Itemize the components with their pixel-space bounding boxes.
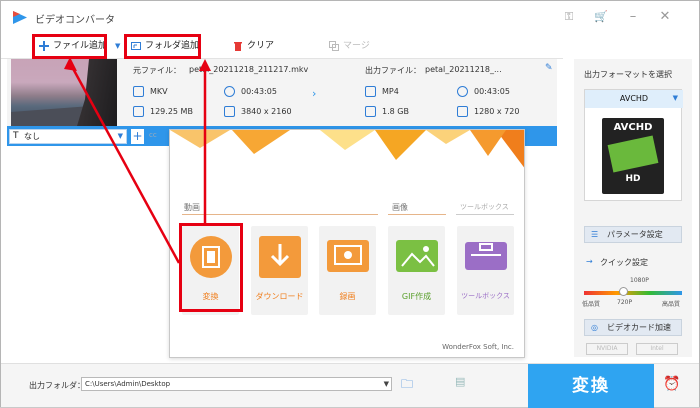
chevron-down-icon[interactable]: ▼: [384, 378, 389, 390]
slider-top-label: 1080P: [630, 277, 649, 284]
output-path-value: C:\Users\Admin\Desktop: [85, 380, 171, 388]
slider-mid-label: 720P: [617, 299, 633, 306]
quality-slider-handle[interactable]: [619, 287, 628, 296]
avchd-icon-text: AVCHD: [613, 122, 653, 133]
alarm-clock-icon[interactable]: ⏰: [663, 376, 680, 392]
param-label: パラメータ設定: [607, 230, 663, 239]
run-convert-button[interactable]: 変換: [528, 364, 654, 408]
chevron-down-icon: ▼: [672, 94, 678, 102]
output-format-title: 出力フォーマットを選択: [584, 70, 672, 79]
hd-icon-text: HD: [625, 174, 641, 184]
app-window: ビデオコンバータ ⚿ 🛒 – ✕ ファイル追加 ▼ フォルダ追加 クリア マージ…: [0, 0, 700, 408]
avchd-icon: AVCHD HD: [602, 118, 664, 194]
gpu-acceleration-button[interactable]: ◎ ビデオカード加速: [584, 319, 682, 336]
quick-arrow-icon: →: [586, 257, 593, 266]
schedule-icon[interactable]: ▤: [455, 375, 465, 388]
gpu-label: ビデオカード加速: [607, 323, 671, 332]
slider-low-label: 低品質: [582, 301, 601, 308]
parameter-settings-button[interactable]: ☰ パラメータ設定: [584, 226, 682, 243]
output-settings-panel: 出力フォーマットを選択 AVCHD ▼ AVCHD HD ☰ パラメータ設定 →…: [574, 59, 692, 357]
format-name: AVCHD: [585, 90, 683, 108]
bottom-bar: 出力フォルダ： C:\Users\Admin\Desktop ▼ 🗀 ▤ 変換 …: [1, 363, 699, 408]
format-selector[interactable]: AVCHD ▼ AVCHD HD: [584, 89, 683, 201]
quick-settings-label: クイック設定: [600, 258, 648, 267]
open-folder-icon[interactable]: 🗀: [401, 375, 413, 396]
slider-high-label: 高品質: [662, 301, 681, 308]
nvidia-badge: NVIDIA: [586, 343, 628, 355]
sliders-icon: ☰: [591, 230, 599, 239]
intel-badge: Intel: [636, 343, 678, 355]
quality-slider-track[interactable]: [584, 291, 682, 295]
output-folder-label: 出力フォルダ：: [29, 381, 85, 390]
gpu-icon: ◎: [591, 323, 598, 332]
output-folder-input[interactable]: C:\Users\Admin\Desktop ▼: [81, 377, 392, 391]
